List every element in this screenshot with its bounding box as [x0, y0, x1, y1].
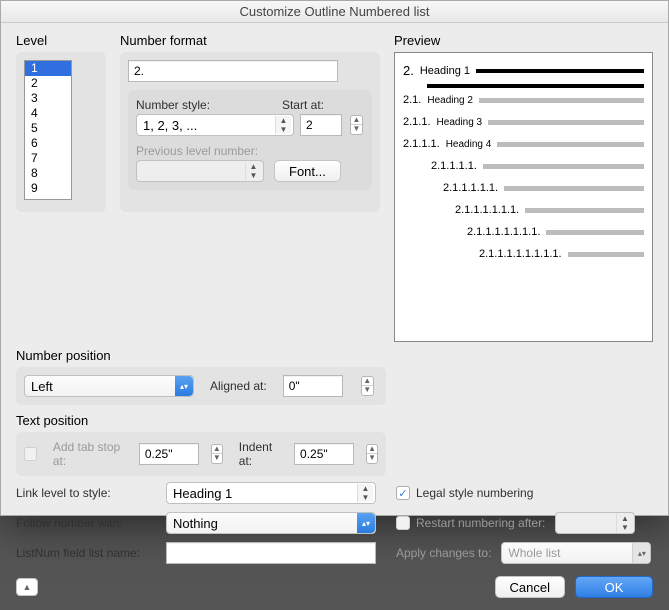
level-label: Level: [16, 33, 106, 48]
chevron-updown-icon: ▴▾: [357, 513, 375, 533]
link-level-select[interactable]: Heading 1 ▲▼: [166, 482, 376, 504]
dialog-title: Customize Outline Numbered list: [1, 1, 668, 23]
prev-level-select: ▲▼: [136, 160, 264, 182]
updown-icon: ▲▼: [357, 484, 373, 502]
apply-changes-select[interactable]: Whole list ▴▾: [501, 542, 651, 564]
preview-line: 2.1.1.1.1.: [403, 160, 644, 172]
level-listbox[interactable]: 123456789: [24, 60, 72, 200]
aligned-at-stepper[interactable]: ▲▼: [361, 376, 374, 396]
aligned-at-label: Aligned at:: [210, 379, 267, 393]
number-style-value: 1, 2, 3, ...: [143, 118, 197, 133]
restart-select: ▲▼: [555, 512, 635, 534]
restart-checkbox[interactable]: [396, 516, 410, 530]
number-position-label: Number position: [16, 348, 653, 363]
number-style-select[interactable]: 1, 2, 3, ... ▲▼: [136, 114, 294, 136]
preview-line: 2.1.1.1.1.1.1.1.1.: [403, 248, 644, 260]
number-style-label: Number style:: [136, 98, 210, 112]
restart-label: Restart numbering after:: [416, 516, 545, 530]
follow-number-select[interactable]: Nothing ▴▾: [166, 512, 376, 534]
chevron-updown-icon: ▴▾: [175, 376, 193, 396]
add-tab-label: Add tab stop at:: [53, 440, 129, 468]
follow-number-value: Nothing: [173, 516, 218, 531]
disclosure-button[interactable]: ▲: [16, 578, 38, 596]
position-align-select[interactable]: Left ▴▾: [24, 375, 194, 397]
preview-box: 2.Heading 1 2.1.Heading 2 2.1.1.Heading 3 2…: [394, 52, 653, 342]
text-position-label: Text position: [16, 413, 653, 428]
indent-at-input[interactable]: [294, 443, 354, 465]
preview-line: 2.1.1.1.1.1.1.1.: [403, 226, 644, 238]
preview-line: 2.Heading 1: [403, 63, 644, 78]
preview-label: Preview: [394, 33, 653, 48]
number-format-label: Number format: [120, 33, 380, 48]
indent-at-stepper[interactable]: ▲▼: [366, 444, 378, 464]
preview-line: 2.1.Heading 2: [403, 94, 644, 106]
start-at-stepper[interactable]: ▲▼: [350, 115, 363, 135]
add-tab-checkbox[interactable]: [24, 447, 37, 461]
tab-stop-input[interactable]: [139, 443, 199, 465]
start-at-input[interactable]: [300, 114, 342, 136]
apply-changes-label: Apply changes to:: [396, 546, 491, 560]
indent-at-label: Indent at:: [239, 440, 284, 468]
level-item[interactable]: 6: [25, 136, 71, 151]
level-item[interactable]: 4: [25, 106, 71, 121]
tab-stop-stepper[interactable]: ▲▼: [211, 444, 223, 464]
prev-level-label: Previous level number:: [136, 144, 364, 158]
level-item[interactable]: 5: [25, 121, 71, 136]
updown-icon: ▲▼: [245, 162, 261, 180]
number-format-input[interactable]: [128, 60, 338, 82]
level-item[interactable]: 2: [25, 76, 71, 91]
cancel-button[interactable]: Cancel: [495, 576, 565, 598]
apply-changes-value: Whole list: [508, 546, 560, 560]
level-item[interactable]: 1: [25, 61, 71, 76]
aligned-at-input[interactable]: [283, 375, 343, 397]
link-level-label: Link level to style:: [16, 486, 166, 500]
preview-line: 2.1.1.1.1.1.1.: [403, 204, 644, 216]
position-align-value: Left: [31, 379, 53, 394]
updown-icon: ▲▼: [616, 514, 632, 532]
dialog-window: Customize Outline Numbered list Level 12…: [0, 0, 669, 516]
level-item[interactable]: 8: [25, 166, 71, 181]
follow-number-label: Follow number with:: [16, 516, 166, 530]
level-item[interactable]: 7: [25, 151, 71, 166]
preview-line: 2.1.1.1.Heading 4: [403, 138, 644, 150]
link-level-value: Heading 1: [173, 486, 232, 501]
start-at-label: Start at:: [282, 98, 324, 112]
preview-line: 2.1.1.Heading 3: [403, 116, 644, 128]
level-item[interactable]: 9: [25, 181, 71, 196]
listnum-label: ListNum field list name:: [16, 546, 166, 560]
updown-icon: ▲▼: [275, 116, 291, 134]
chevron-updown-icon: ▴▾: [632, 543, 650, 563]
preview-line: 2.1.1.1.1.1.: [403, 182, 644, 194]
font-button[interactable]: Font...: [274, 160, 341, 182]
legal-style-label: Legal style numbering: [416, 486, 533, 500]
ok-button[interactable]: OK: [575, 576, 653, 598]
legal-style-checkbox[interactable]: ✓: [396, 486, 410, 500]
level-item[interactable]: 3: [25, 91, 71, 106]
listnum-input[interactable]: [166, 542, 376, 564]
